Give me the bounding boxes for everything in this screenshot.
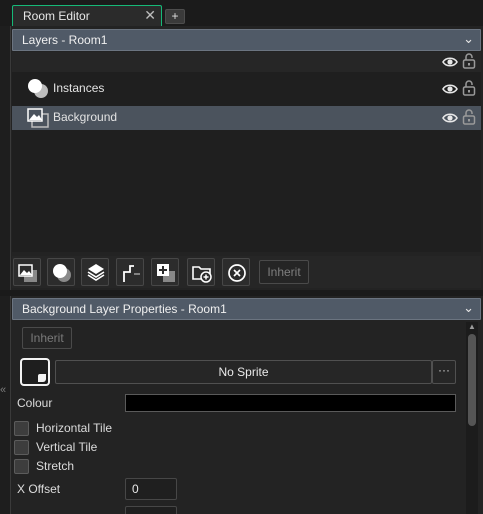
colour-swatch[interactable] bbox=[125, 394, 456, 412]
sprite-thumbnail[interactable] bbox=[20, 358, 50, 386]
folder-add-icon bbox=[192, 266, 212, 283]
eye-icon[interactable] bbox=[442, 54, 458, 70]
background-layer-icon bbox=[18, 264, 37, 282]
y-offset-input[interactable] bbox=[125, 506, 177, 514]
visibility-header-row bbox=[12, 52, 481, 72]
add-background-layer-button[interactable] bbox=[13, 258, 41, 286]
path-layer-icon bbox=[123, 265, 140, 282]
delete-icon bbox=[228, 264, 246, 282]
add-tab-button[interactable]: + bbox=[165, 9, 185, 24]
unlock-icon[interactable] bbox=[462, 109, 476, 125]
unlock-icon[interactable] bbox=[462, 80, 476, 96]
layer-label: Instances bbox=[53, 81, 105, 95]
add-asset-layer-button[interactable] bbox=[151, 258, 179, 286]
properties-title: Background Layer Properties - Room1 bbox=[22, 302, 227, 316]
layer-row-background[interactable]: Background bbox=[12, 106, 481, 130]
vertical-tile-checkbox[interactable] bbox=[14, 440, 29, 455]
scroll-thumb[interactable] bbox=[468, 334, 476, 426]
stretch-label: Stretch bbox=[36, 459, 75, 473]
horizontal-tile-label: Horizontal Tile bbox=[36, 421, 113, 435]
sprite-more-button[interactable]: ··· bbox=[432, 360, 456, 384]
instances-layer-icon bbox=[28, 79, 48, 98]
properties-scrollbar[interactable]: ▲ bbox=[466, 322, 478, 514]
horizontal-tile-checkbox[interactable] bbox=[14, 421, 29, 436]
properties-header[interactable]: Background Layer Properties - Room1 ⌄ bbox=[12, 298, 481, 320]
collapse-handle-icon[interactable]: « bbox=[0, 384, 6, 396]
instances-layer-icon bbox=[53, 264, 71, 282]
stretch-checkbox[interactable] bbox=[14, 459, 29, 474]
add-tile-layer-button[interactable] bbox=[81, 258, 109, 286]
x-offset-label: X Offset bbox=[17, 482, 61, 496]
add-path-layer-button[interactable] bbox=[116, 258, 144, 286]
layers-title: Layers - Room1 bbox=[22, 33, 108, 47]
add-folder-button[interactable] bbox=[187, 258, 215, 286]
scroll-up-arrow[interactable]: ▲ bbox=[466, 322, 478, 332]
sprite-select[interactable]: No Sprite bbox=[55, 360, 432, 384]
chevron-down-icon[interactable]: ⌄ bbox=[463, 31, 474, 47]
asset-layer-icon bbox=[157, 264, 175, 282]
tile-layer-icon bbox=[87, 264, 105, 281]
vertical-tile-label: Vertical Tile bbox=[36, 440, 98, 454]
unlock-icon[interactable] bbox=[462, 53, 476, 69]
layers-header[interactable]: Layers - Room1 ⌄ bbox=[12, 29, 481, 51]
eye-icon[interactable] bbox=[442, 110, 458, 126]
delete-layer-button[interactable] bbox=[222, 258, 250, 286]
layer-label: Background bbox=[53, 110, 118, 124]
inherit-layers-button[interactable]: Inherit bbox=[259, 260, 309, 284]
inherit-properties-button[interactable]: Inherit bbox=[22, 327, 72, 349]
layer-toolbar: Inherit bbox=[12, 256, 481, 288]
x-offset-input[interactable]: 0 bbox=[125, 478, 177, 500]
tab-label: Room Editor bbox=[23, 9, 90, 23]
layer-row-instances[interactable]: Instances bbox=[12, 77, 481, 101]
tab-room-editor[interactable]: Room Editor ✕ bbox=[12, 5, 162, 26]
eye-icon[interactable] bbox=[442, 81, 458, 97]
chevron-down-icon[interactable]: ⌄ bbox=[463, 300, 474, 316]
add-instance-layer-button[interactable] bbox=[47, 258, 75, 286]
background-layer-icon bbox=[27, 108, 49, 128]
colour-label: Colour bbox=[17, 396, 53, 410]
close-icon[interactable]: ✕ bbox=[144, 7, 156, 23]
